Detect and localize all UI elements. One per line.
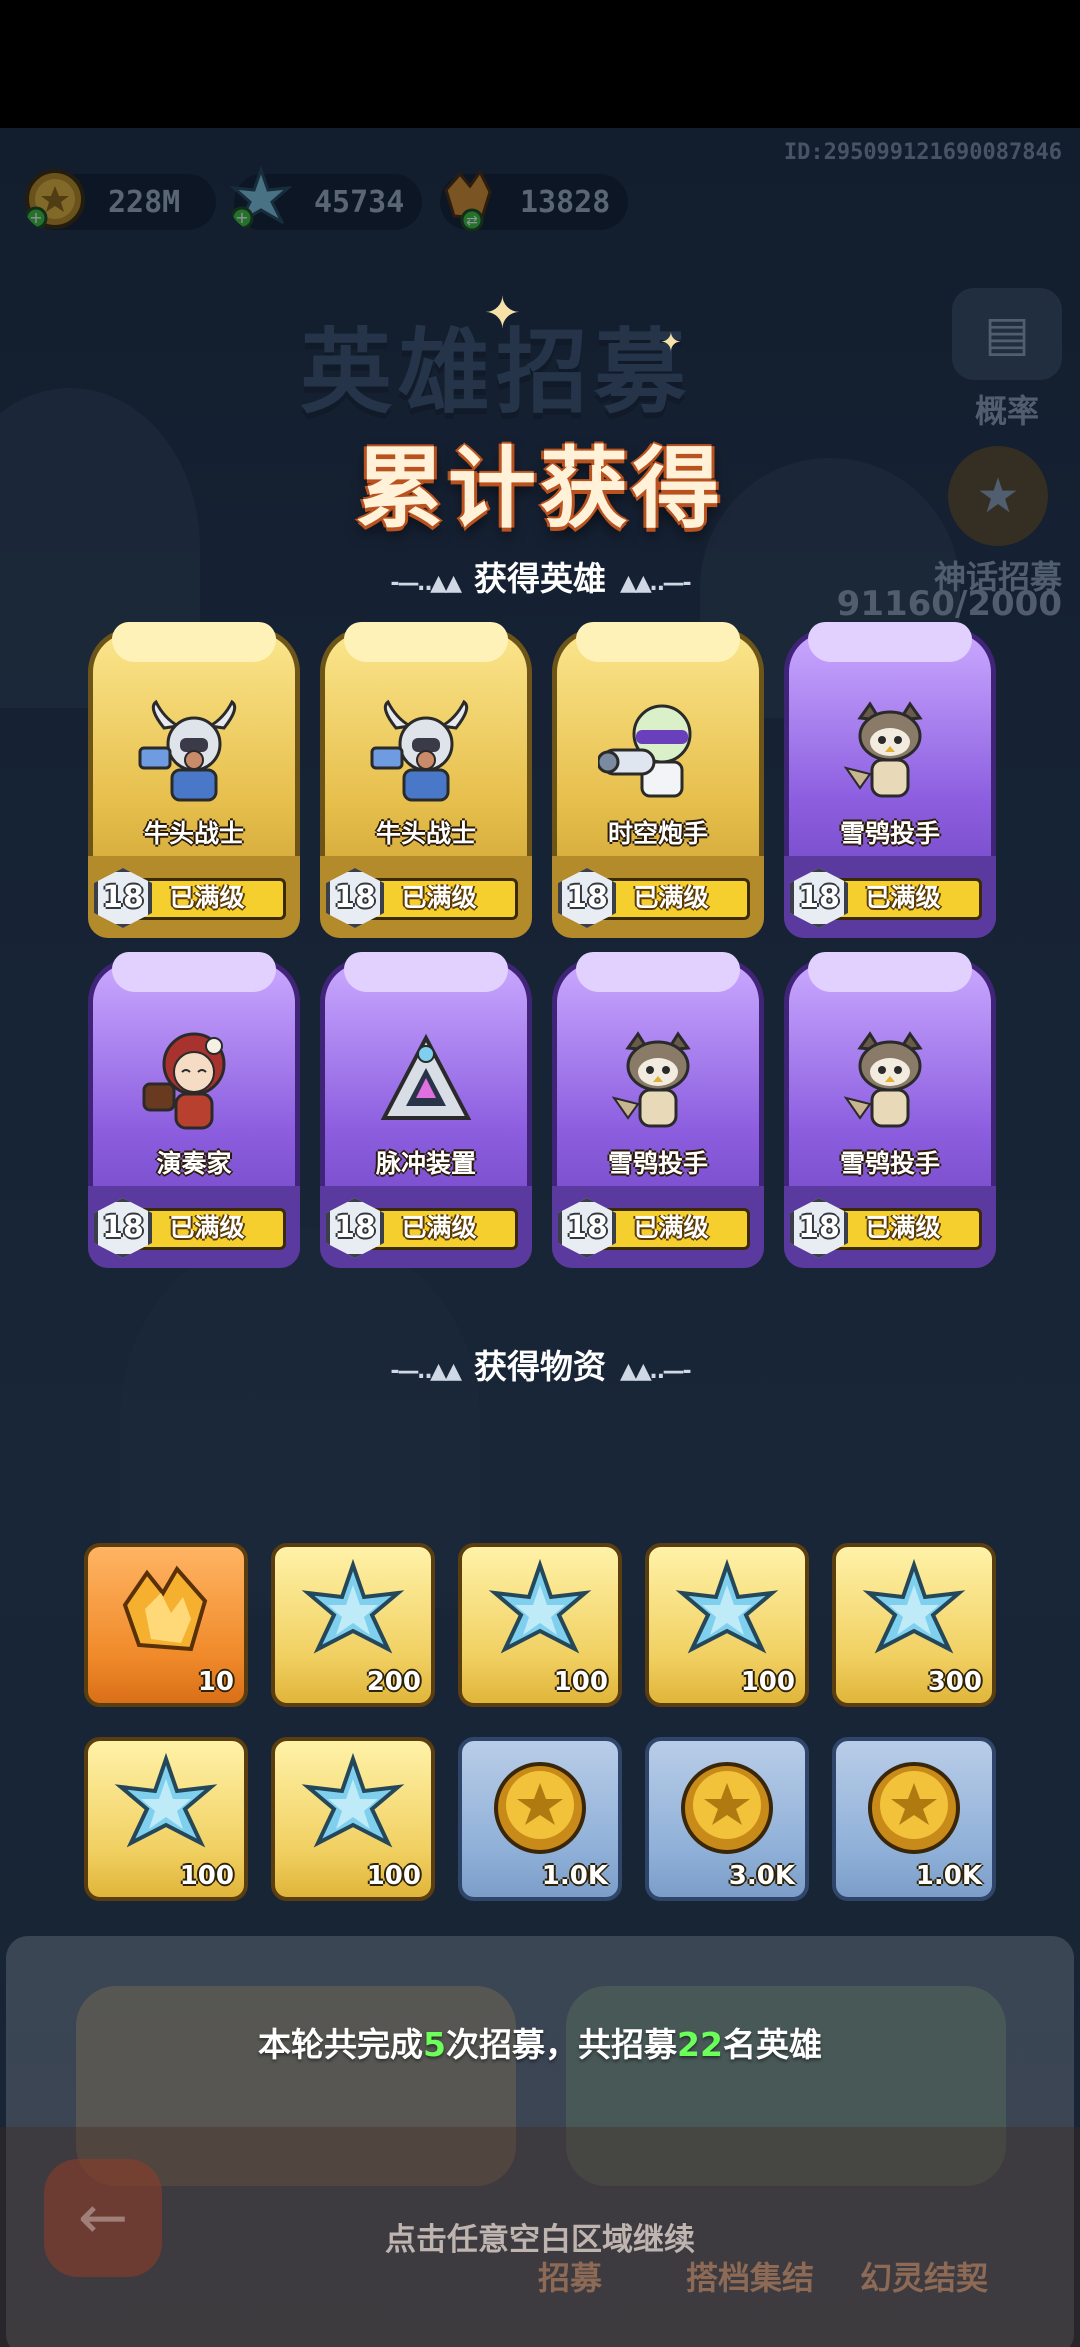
back-arrow-icon[interactable]: ← bbox=[44, 2159, 162, 2277]
hero-name: 雪鸮投手 bbox=[839, 819, 940, 848]
hero-name: 雪鸮投手 bbox=[607, 1149, 708, 1178]
hero-portrait bbox=[598, 1028, 718, 1138]
card-cap bbox=[808, 622, 972, 662]
sparkle-icon: ✦ bbox=[660, 328, 682, 358]
hero-portrait bbox=[596, 698, 718, 808]
card-cap bbox=[344, 622, 508, 662]
hero-name: 时空炮手 bbox=[607, 819, 708, 848]
hero-card[interactable]: 时空炮手 已满级 18 bbox=[552, 622, 764, 938]
hero-card[interactable]: 雪鸮投手 已满级 18 bbox=[552, 952, 764, 1268]
items-section-header: -—‥▲▲ 获得物资 ▲▲‥—- bbox=[0, 1340, 1080, 1388]
item-quantity: 100 bbox=[366, 1861, 421, 1891]
hero-name: 牛头战士 bbox=[375, 819, 476, 848]
hero-portrait bbox=[134, 698, 254, 808]
hero-portrait bbox=[366, 1028, 486, 1138]
item-quantity: 200 bbox=[366, 1667, 421, 1697]
nav-recruit[interactable]: 招募 bbox=[538, 2253, 602, 2299]
hero-portrait bbox=[830, 698, 950, 808]
hero-card[interactable]: 牛头战士 已满级 18 bbox=[320, 622, 532, 938]
hero-card[interactable]: 雪鸮投手 已满级 18 bbox=[784, 952, 996, 1268]
item-quantity: 10 bbox=[197, 1667, 234, 1697]
card-cap bbox=[112, 952, 276, 992]
hero-card[interactable]: 雪鸮投手 已满级 18 bbox=[784, 622, 996, 938]
summary-middle: 次招募，共招募 bbox=[446, 2025, 678, 2064]
item-grid: 10 200 100 100 300 100 100 1.0K 3.0K 1.0K bbox=[84, 1543, 1004, 1901]
items-header-text: 获得物资 bbox=[474, 1347, 606, 1386]
hero-level: 18 bbox=[566, 1210, 608, 1245]
hero-name: 脉冲装置 bbox=[375, 1149, 476, 1178]
recruit-count: 5 bbox=[423, 2025, 447, 2064]
card-cap bbox=[112, 622, 276, 662]
hero-level: 18 bbox=[334, 1210, 376, 1245]
reward-item[interactable]: 100 bbox=[645, 1543, 809, 1707]
hero-level: 18 bbox=[566, 880, 608, 915]
card-cap bbox=[808, 952, 972, 992]
reward-item[interactable]: 200 bbox=[271, 1543, 435, 1707]
divider-right: ▲▲‥—- bbox=[620, 571, 692, 596]
reward-item[interactable]: 100 bbox=[271, 1737, 435, 1901]
hero-grid: 牛头战士 已满级 18 牛头战士 已满级 18 时空炮手 已满级 18 雪鸮投手 已满级 18 演奏家已… bbox=[88, 622, 1000, 1268]
item-quantity: 300 bbox=[927, 1667, 982, 1697]
bottom-nav: ← 招募 搭档集结 幻灵结契 bbox=[0, 2127, 1080, 2347]
hero-portrait bbox=[134, 1028, 254, 1138]
hero-name: 雪鸮投手 bbox=[839, 1149, 940, 1178]
nav-spirit-pact[interactable]: 幻灵结契 bbox=[860, 2253, 988, 2299]
gold-coin-icon bbox=[672, 1753, 782, 1867]
hero-level: 18 bbox=[798, 880, 840, 915]
snowflake-gem-icon bbox=[298, 1752, 408, 1867]
reward-item[interactable]: 300 bbox=[832, 1543, 996, 1707]
gold-coin-icon bbox=[485, 1753, 595, 1867]
card-cap bbox=[576, 952, 740, 992]
snowflake-gem-icon bbox=[672, 1558, 782, 1673]
snowflake-gem-icon bbox=[859, 1558, 969, 1673]
summary-suffix: 名英雄 bbox=[722, 2025, 822, 2064]
card-cap bbox=[344, 952, 508, 992]
item-quantity: 1.0K bbox=[541, 1861, 608, 1891]
nav-partner[interactable]: 搭档集结 bbox=[686, 2253, 814, 2299]
snowflake-gem-icon bbox=[485, 1558, 595, 1673]
item-quantity: 100 bbox=[740, 1667, 795, 1697]
hero-card[interactable]: 牛头战士 已满级 18 bbox=[88, 622, 300, 938]
game-screen: ID:295099121690087846 + 228M + 45734 ⇄ 1… bbox=[0, 128, 1080, 2347]
sparkle-icon: ✦ bbox=[484, 288, 521, 339]
hero-level: 18 bbox=[334, 880, 376, 915]
card-cap bbox=[576, 622, 740, 662]
reward-item[interactable]: 100 bbox=[458, 1543, 622, 1707]
amber-crystal-icon bbox=[111, 1559, 221, 1673]
reward-item[interactable]: 1.0K bbox=[458, 1737, 622, 1901]
hero-portrait bbox=[830, 1028, 950, 1138]
item-quantity: 1.0K bbox=[915, 1861, 982, 1891]
hero-level: 18 bbox=[102, 880, 144, 915]
hero-card[interactable]: 脉冲装置 已满级 18 bbox=[320, 952, 532, 1268]
item-quantity: 100 bbox=[553, 1667, 608, 1697]
divider-left: -—‥▲▲ bbox=[390, 1359, 462, 1384]
heroes-section-header: -—‥▲▲ 获得英雄 ▲▲‥—- bbox=[0, 552, 1080, 600]
heroes-header-text: 获得英雄 bbox=[474, 559, 606, 598]
dialog-title: 累计获得 bbox=[355, 437, 724, 540]
snowflake-gem-icon bbox=[111, 1752, 221, 1867]
gold-coin-icon bbox=[859, 1753, 969, 1867]
divider-left: -—‥▲▲ bbox=[390, 571, 462, 596]
snowflake-gem-icon bbox=[298, 1558, 408, 1673]
reward-item[interactable]: 10 bbox=[84, 1543, 248, 1707]
hero-level: 18 bbox=[798, 1210, 840, 1245]
reward-item[interactable]: 3.0K bbox=[645, 1737, 809, 1901]
hero-name: 演奏家 bbox=[156, 1149, 232, 1178]
reward-item[interactable]: 1.0K bbox=[832, 1737, 996, 1901]
hero-name: 牛头战士 bbox=[143, 819, 244, 848]
divider-right: ▲▲‥—- bbox=[620, 1359, 692, 1384]
item-quantity: 100 bbox=[179, 1861, 234, 1891]
reward-item[interactable]: 100 bbox=[84, 1737, 248, 1901]
hero-level: 18 bbox=[102, 1210, 144, 1245]
summary-prefix: 本轮共完成 bbox=[258, 2025, 424, 2064]
item-quantity: 3.0K bbox=[728, 1861, 795, 1891]
recruit-summary: 本轮共完成5次招募，共招募22名英雄 bbox=[0, 2018, 1080, 2066]
hero-portrait bbox=[366, 698, 486, 808]
hero-count: 22 bbox=[677, 2025, 723, 2064]
hero-card[interactable]: 演奏家 已满级 18 bbox=[88, 952, 300, 1268]
